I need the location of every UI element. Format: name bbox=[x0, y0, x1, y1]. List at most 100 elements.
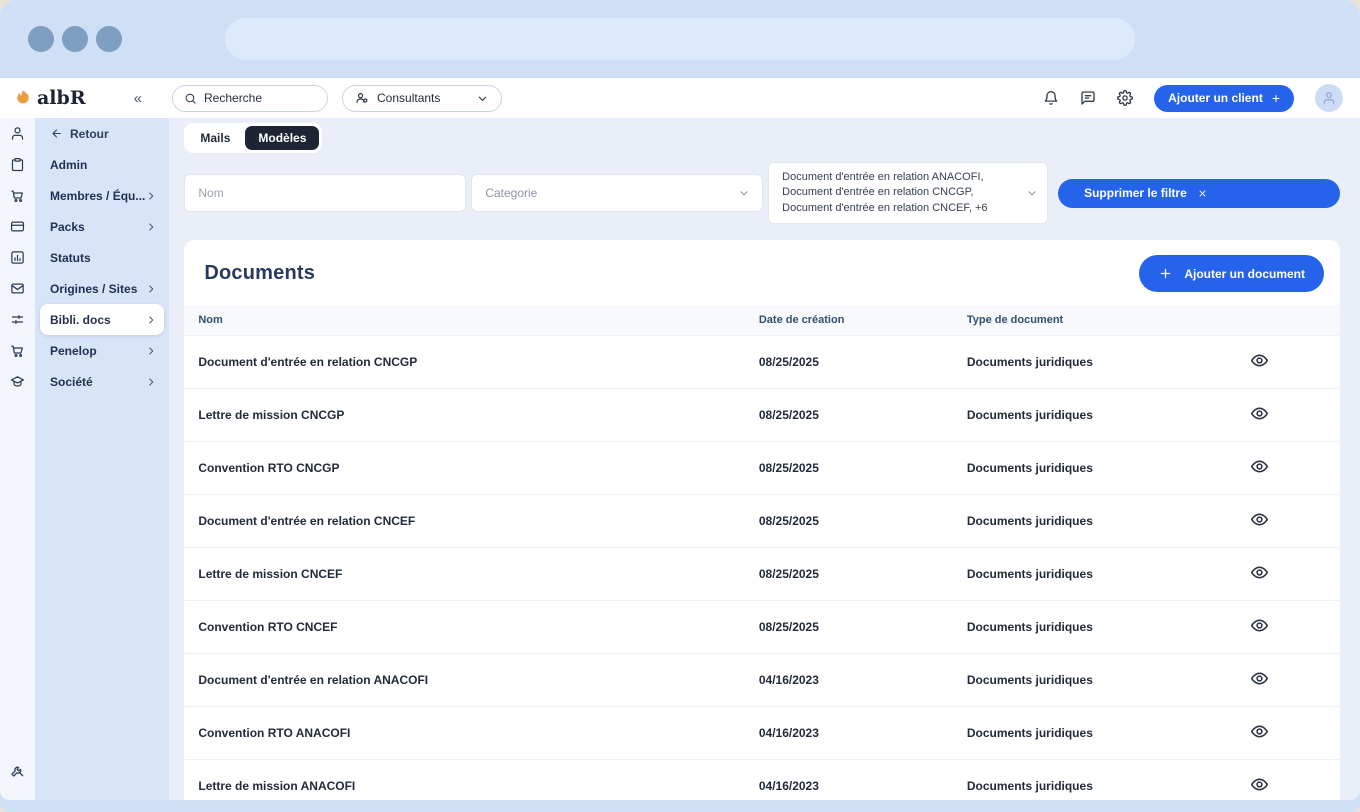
search-box[interactable] bbox=[172, 85, 328, 112]
sidebar-item-soci-t-[interactable]: Société bbox=[40, 366, 164, 397]
sidebar-item-label: Penelop bbox=[50, 344, 97, 358]
paw-icon bbox=[13, 88, 33, 108]
window-maximize-button[interactable] bbox=[96, 26, 122, 52]
table-row[interactable]: Convention RTO CNCGP08/25/2025Documents … bbox=[184, 442, 1340, 495]
chevron-right-icon bbox=[145, 283, 157, 295]
eye-icon[interactable] bbox=[1250, 669, 1269, 688]
sidebar-item-membres-qu-[interactable]: Membres / Équ... bbox=[40, 180, 164, 211]
table-row[interactable]: Convention RTO CNCEF08/25/2025Documents … bbox=[184, 601, 1340, 654]
eye-icon[interactable] bbox=[1250, 457, 1269, 476]
search-input[interactable] bbox=[204, 91, 316, 105]
arrow-left-icon bbox=[50, 127, 63, 140]
tab-mails[interactable]: Mails bbox=[187, 126, 243, 150]
doc-date: 08/25/2025 bbox=[745, 495, 953, 548]
app-window: albR « Consultants Ajouter un client + bbox=[0, 78, 1360, 800]
sidebar-item-bibli-docs[interactable]: Bibli. docs bbox=[40, 304, 164, 335]
chat-icon[interactable] bbox=[1080, 90, 1096, 106]
sidebar-item-label: Admin bbox=[50, 158, 87, 172]
add-client-button[interactable]: Ajouter un client + bbox=[1154, 85, 1294, 112]
name-filter-input[interactable] bbox=[184, 174, 466, 212]
app-header: albR « Consultants Ajouter un client + bbox=[0, 78, 1360, 118]
clipboard-icon[interactable] bbox=[0, 149, 35, 180]
sidebar-item-admin[interactable]: Admin bbox=[40, 149, 164, 180]
eye-icon[interactable] bbox=[1250, 722, 1269, 741]
graduation-icon[interactable] bbox=[0, 366, 35, 397]
eye-icon[interactable] bbox=[1250, 510, 1269, 529]
header-actions: Ajouter un client + bbox=[1043, 84, 1360, 112]
doc-date: 08/25/2025 bbox=[745, 442, 953, 495]
plus-icon bbox=[1158, 266, 1173, 281]
avatar[interactable] bbox=[1315, 84, 1343, 112]
doc-name: Lettre de mission CNCEF bbox=[184, 548, 744, 601]
window-close-button[interactable] bbox=[28, 26, 54, 52]
consultants-label: Consultants bbox=[377, 91, 440, 105]
consultants-dropdown[interactable]: Consultants bbox=[342, 85, 502, 112]
column-header: Date de création bbox=[745, 305, 953, 336]
sidebar-item-statuts[interactable]: Statuts bbox=[40, 242, 164, 273]
documents-card: Documents Ajouter un document NomDate de… bbox=[184, 240, 1340, 800]
doc-type: Documents juridiques bbox=[953, 548, 1230, 601]
sidebar-item-penelop[interactable]: Penelop bbox=[40, 335, 164, 366]
eye-icon[interactable] bbox=[1250, 563, 1269, 582]
table-row[interactable]: Lettre de mission CNCGP08/25/2025Documen… bbox=[184, 389, 1340, 442]
table-row[interactable]: Lettre de mission ANACOFI04/16/2023Docum… bbox=[184, 760, 1340, 801]
table-row[interactable]: Document d'entrée en relation CNCGP08/25… bbox=[184, 336, 1340, 389]
doc-type: Documents juridiques bbox=[953, 654, 1230, 707]
doc-date: 04/16/2023 bbox=[745, 707, 953, 760]
tab-modèles[interactable]: Modèles bbox=[245, 126, 319, 150]
doc-type: Documents juridiques bbox=[953, 389, 1230, 442]
header-icon-group bbox=[1043, 90, 1133, 106]
sidebar-item-label: Membres / Équ... bbox=[50, 189, 145, 203]
add-document-button[interactable]: Ajouter un document bbox=[1139, 255, 1324, 292]
sidebar-back-item[interactable]: Retour bbox=[40, 118, 164, 149]
documents-filter-multiselect[interactable]: Document d'entrée en relation ANACOFI, D… bbox=[768, 162, 1048, 224]
cart-icon[interactable] bbox=[0, 335, 35, 366]
doc-name: Document d'entrée en relation ANACOFI bbox=[184, 654, 744, 707]
sidebar-collapse-button[interactable]: « bbox=[134, 90, 142, 107]
gear-icon[interactable] bbox=[1117, 90, 1133, 106]
logo-text: albR bbox=[37, 87, 86, 109]
table-row[interactable]: Document d'entrée en relation CNCEF08/25… bbox=[184, 495, 1340, 548]
close-icon bbox=[1197, 188, 1208, 199]
chevron-right-icon bbox=[145, 190, 157, 202]
table-row[interactable]: Document d'entrée en relation ANACOFI04/… bbox=[184, 654, 1340, 707]
page-title: Documents bbox=[204, 262, 315, 285]
sidebar-item-origines-sites[interactable]: Origines / Sites bbox=[40, 273, 164, 304]
eye-icon[interactable] bbox=[1250, 616, 1269, 635]
browser-titlebar bbox=[0, 0, 1360, 78]
bell-icon[interactable] bbox=[1043, 90, 1059, 106]
person-icon[interactable] bbox=[0, 118, 35, 149]
envelope-icon[interactable] bbox=[0, 273, 35, 304]
eye-icon[interactable] bbox=[1250, 404, 1269, 423]
doc-type: Documents juridiques bbox=[953, 442, 1230, 495]
window-minimize-button[interactable] bbox=[62, 26, 88, 52]
column-header: Nom bbox=[184, 305, 744, 336]
cart-icon[interactable] bbox=[0, 180, 35, 211]
tools-icon[interactable] bbox=[0, 755, 35, 786]
column-header bbox=[1230, 305, 1340, 336]
sliders-icon[interactable] bbox=[0, 304, 35, 335]
chevron-down-icon bbox=[476, 92, 489, 105]
table-row[interactable]: Lettre de mission CNCEF08/25/2025Documen… bbox=[184, 548, 1340, 601]
chart-icon[interactable] bbox=[0, 242, 35, 273]
logo: albR « bbox=[0, 87, 155, 109]
sidebar-item-label: Statuts bbox=[50, 251, 91, 265]
column-header: Type de document bbox=[953, 305, 1230, 336]
wallet-icon[interactable] bbox=[0, 211, 35, 242]
eye-icon[interactable] bbox=[1250, 775, 1269, 794]
category-filter-select[interactable]: Categorie bbox=[471, 174, 763, 212]
add-document-label: Ajouter un document bbox=[1184, 267, 1305, 281]
sidebar-item-label: Origines / Sites bbox=[50, 282, 137, 296]
address-bar[interactable] bbox=[225, 18, 1135, 60]
main-content: MailsModèles Categorie Document d'entrée… bbox=[169, 118, 1360, 800]
filter-bar: Categorie Document d'entrée en relation … bbox=[184, 162, 1340, 224]
sidebar-icon-strip bbox=[0, 118, 35, 800]
table-row[interactable]: Convention RTO ANACOFI04/16/2023Document… bbox=[184, 707, 1340, 760]
person-icon bbox=[1322, 91, 1336, 105]
documents-table: NomDate de créationType de document Docu… bbox=[184, 305, 1340, 800]
tab-bar: MailsModèles bbox=[184, 123, 322, 153]
eye-icon[interactable] bbox=[1250, 351, 1269, 370]
clear-filter-button[interactable]: Supprimer le filtre bbox=[1058, 179, 1340, 208]
doc-type: Documents juridiques bbox=[953, 601, 1230, 654]
sidebar-item-packs[interactable]: Packs bbox=[40, 211, 164, 242]
